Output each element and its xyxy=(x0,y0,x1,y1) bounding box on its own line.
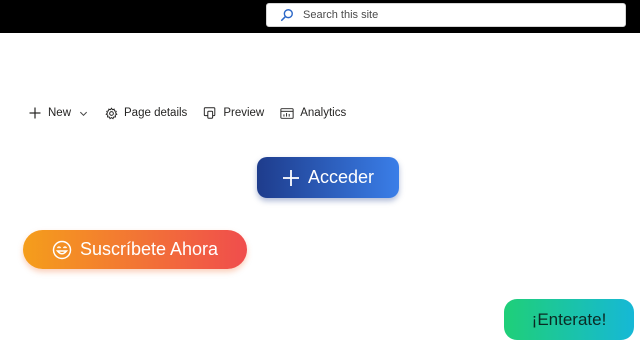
search-box[interactable]: Search this site xyxy=(266,3,626,27)
plus-icon xyxy=(282,169,300,187)
acceder-button[interactable]: Acceder xyxy=(257,157,399,198)
new-button[interactable]: New xyxy=(20,102,96,124)
enterate-label: ¡Enterate! xyxy=(531,309,607,329)
page-details-label: Page details xyxy=(124,107,188,119)
smile-icon xyxy=(52,240,72,260)
gear-icon xyxy=(104,106,118,120)
plus-icon xyxy=(28,106,42,120)
suscribete-button[interactable]: Suscríbete Ahora xyxy=(23,230,247,269)
command-bar: New Page details Preview Analytics xyxy=(20,102,354,124)
analytics-label: Analytics xyxy=(300,107,347,119)
preview-label: Preview xyxy=(223,107,265,119)
new-label: New xyxy=(48,107,72,119)
search-icon xyxy=(279,7,295,23)
preview-icon xyxy=(203,106,217,120)
analytics-button[interactable]: Analytics xyxy=(272,102,354,124)
suscribete-label: Suscríbete Ahora xyxy=(79,239,219,259)
page-details-button[interactable]: Page details xyxy=(96,102,195,124)
chevron-down-icon xyxy=(79,109,88,118)
enterate-button[interactable]: ¡Enterate! xyxy=(504,299,634,340)
acceder-label: Acceder xyxy=(307,167,375,187)
preview-button[interactable]: Preview xyxy=(195,102,272,124)
search-input[interactable]: Search this site xyxy=(303,9,378,21)
analytics-icon xyxy=(280,106,294,120)
top-bar: Search this site xyxy=(0,0,640,33)
